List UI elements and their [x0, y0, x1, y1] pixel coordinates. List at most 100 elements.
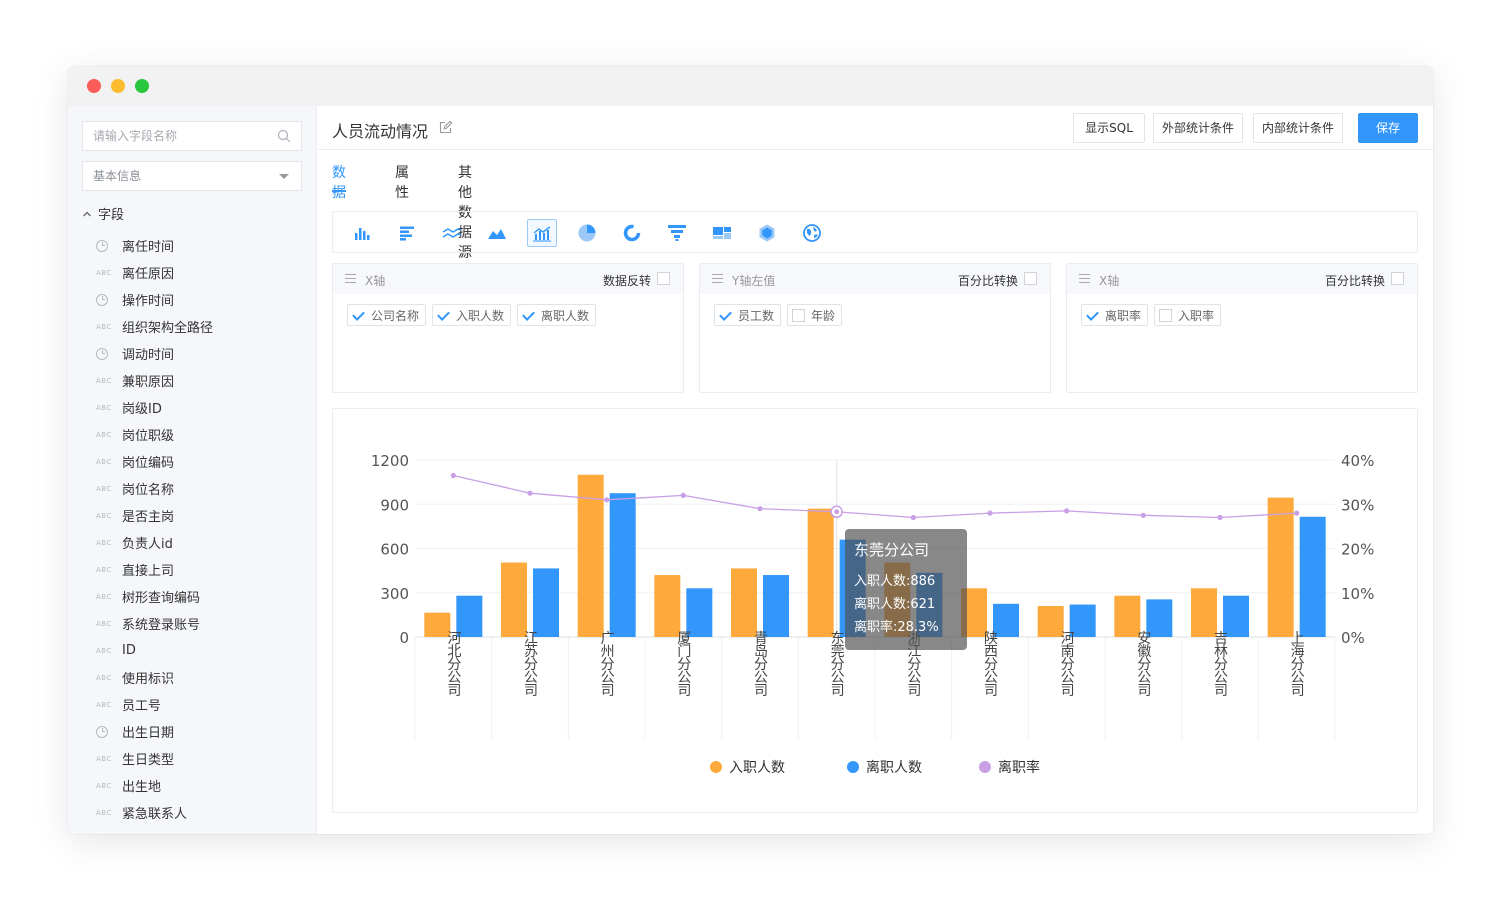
field-search-input[interactable] — [83, 122, 263, 150]
field-item-label: 树形查询编码 — [122, 591, 201, 606]
checkbox-checked-icon[interactable] — [437, 309, 450, 322]
field-item[interactable]: 离任时间 — [96, 232, 306, 259]
rate-point — [527, 490, 533, 496]
menu-icon[interactable] — [345, 274, 356, 283]
field-item[interactable]: ABC 出生地 — [96, 772, 306, 799]
y-left-tick-label: 900 — [380, 496, 409, 514]
field-item[interactable]: ABC 系统登录账号 — [96, 610, 306, 637]
field-item[interactable]: ABC 岗位名称 — [96, 475, 306, 502]
field-tree-toggle[interactable]: 字段 — [82, 206, 124, 226]
field-item[interactable]: ABC 组织架构全路径 — [96, 313, 306, 340]
map-chart-type[interactable] — [797, 219, 827, 247]
outer-conditions-button[interactable]: 外部统计条件 — [1153, 113, 1243, 143]
donut-chart-icon — [623, 224, 641, 242]
field-item[interactable]: 出生日期 — [96, 718, 306, 745]
checkbox-checked-icon[interactable] — [522, 309, 535, 322]
axis-panel-option-label: 百分比转换 — [1324, 274, 1385, 288]
field-item-label: 调动时间 — [122, 348, 175, 363]
text-type-icon: ABC — [96, 430, 112, 439]
show-sql-button[interactable]: 显示SQL — [1073, 113, 1145, 143]
field-item[interactable]: ABC 岗位职级 — [96, 421, 306, 448]
edit-icon[interactable] — [438, 120, 453, 135]
donut-chart-type[interactable] — [617, 219, 647, 247]
field-item[interactable]: ABC 使用标识 — [96, 664, 306, 691]
field-item[interactable]: ABC 兼职原因 — [96, 367, 306, 394]
checkbox-empty-icon[interactable] — [1159, 308, 1173, 322]
chevron-up-icon — [83, 211, 91, 217]
y-right-tick-label: 20% — [1341, 541, 1374, 559]
field-item[interactable]: ABC 树形查询编码 — [96, 583, 306, 610]
field-item-label: 紧急联系人 — [122, 807, 188, 822]
x-category-label: 广州分公司 — [599, 631, 615, 697]
field-item-label: 岗级ID — [122, 402, 162, 417]
x-category-label: 安徽分公司 — [1135, 631, 1151, 697]
close-window-button[interactable] — [87, 79, 101, 93]
axis-field-tag-label: 员工数 — [738, 308, 775, 323]
field-item[interactable]: ABC 岗位编码 — [96, 448, 306, 475]
field-item[interactable]: 操作时间 — [96, 286, 306, 313]
bar-chart-type[interactable] — [347, 219, 377, 247]
funnel-chart-type[interactable] — [662, 219, 692, 247]
field-item[interactable]: ABC 生日类型 — [96, 745, 306, 772]
field-sidebar: 基本信息 字段 离任时间 ABC 离任原因操作时间 ABC 组织架构全路径调动时间 ABC… — [68, 106, 317, 834]
search-icon[interactable] — [277, 129, 291, 143]
axis-field-tag[interactable]: 员工数 — [714, 304, 782, 326]
area-chart-type[interactable] — [482, 219, 512, 247]
chevron-down-icon — [279, 174, 289, 179]
checkbox-checked-icon[interactable] — [352, 309, 365, 322]
text-type-icon: ABC — [96, 673, 112, 682]
x-category-label: 厦门分公司 — [675, 631, 691, 697]
axis-field-tag[interactable]: 离职率 — [1081, 304, 1149, 326]
line-chart-type[interactable] — [437, 219, 467, 247]
legend-marker — [847, 761, 859, 773]
axis-field-tag-label: 入职人数 — [456, 308, 505, 323]
axis-panel-option-checkbox[interactable] — [1391, 272, 1404, 285]
field-category-select[interactable]: 基本信息 — [82, 161, 302, 191]
axis-field-tag[interactable]: 年龄 — [787, 304, 843, 326]
checkbox-empty-icon[interactable] — [792, 308, 806, 322]
axis-field-tag[interactable]: 公司名称 — [347, 304, 427, 326]
radar-chart-type[interactable] — [752, 219, 782, 247]
field-item[interactable]: ABC 负责人id — [96, 529, 306, 556]
axis-field-tag[interactable]: 入职率 — [1154, 304, 1222, 326]
axis-field-tags: 公司名称 入职人数 离职人数 — [347, 304, 597, 326]
axis-field-tag[interactable]: 入职人数 — [432, 304, 512, 326]
tab-other-sources[interactable]: 其他数据源 — [458, 162, 472, 261]
axis-field-tag[interactable]: 离职人数 — [517, 304, 597, 326]
field-item[interactable]: ABC 员工号 — [96, 691, 306, 718]
horizontal-bar-chart-type[interactable] — [392, 219, 422, 247]
maximize-window-button[interactable] — [135, 79, 149, 93]
field-item[interactable]: ABC ID — [96, 637, 306, 664]
tooltip-rate-line: 离职率:28.3% — [854, 620, 939, 635]
field-item[interactable]: 调动时间 — [96, 340, 306, 367]
bar-hire — [731, 568, 757, 637]
combo-chart-type[interactable] — [527, 219, 557, 247]
field-item-label: 岗位名称 — [122, 483, 175, 498]
pie-chart-icon — [578, 224, 596, 242]
combo-chart-icon — [533, 226, 551, 242]
checkbox-checked-icon[interactable] — [1086, 309, 1099, 322]
tab-data[interactable]: 数据 — [332, 162, 346, 201]
radar-icon — [759, 224, 775, 242]
treemap-chart-type[interactable] — [707, 219, 737, 247]
tab-properties[interactable]: 属性 — [395, 162, 409, 201]
menu-icon[interactable] — [1079, 274, 1090, 283]
save-button[interactable]: 保存 — [1358, 113, 1418, 143]
field-item[interactable]: ABC 是否主岗 — [96, 502, 306, 529]
axis-panel-option-checkbox[interactable] — [657, 272, 670, 285]
field-item[interactable]: ABC 离任原因 — [96, 259, 306, 286]
y-left-tick-label: 600 — [380, 541, 409, 559]
text-type-icon: ABC — [96, 754, 112, 763]
field-item[interactable]: ABC 岗级ID — [96, 394, 306, 421]
field-item[interactable]: ABC 紧急联系人 — [96, 799, 306, 826]
pie-chart-type[interactable] — [572, 219, 602, 247]
inner-conditions-button[interactable]: 内部统计条件 — [1253, 113, 1343, 143]
field-item-label: 负责人id — [122, 537, 173, 552]
menu-icon[interactable] — [712, 274, 723, 283]
field-list: 离任时间 ABC 离任原因 操作时间 ABC 组织架构全路径 调动时间 ABC 兼职原因 ABC 岗… — [96, 232, 306, 826]
axis-panel-option-checkbox[interactable] — [1024, 272, 1037, 285]
checkbox-checked-icon[interactable] — [719, 309, 732, 322]
x-category-label: 吉林分公司 — [1212, 631, 1228, 697]
field-item[interactable]: ABC 直接上司 — [96, 556, 306, 583]
minimize-window-button[interactable] — [111, 79, 125, 93]
